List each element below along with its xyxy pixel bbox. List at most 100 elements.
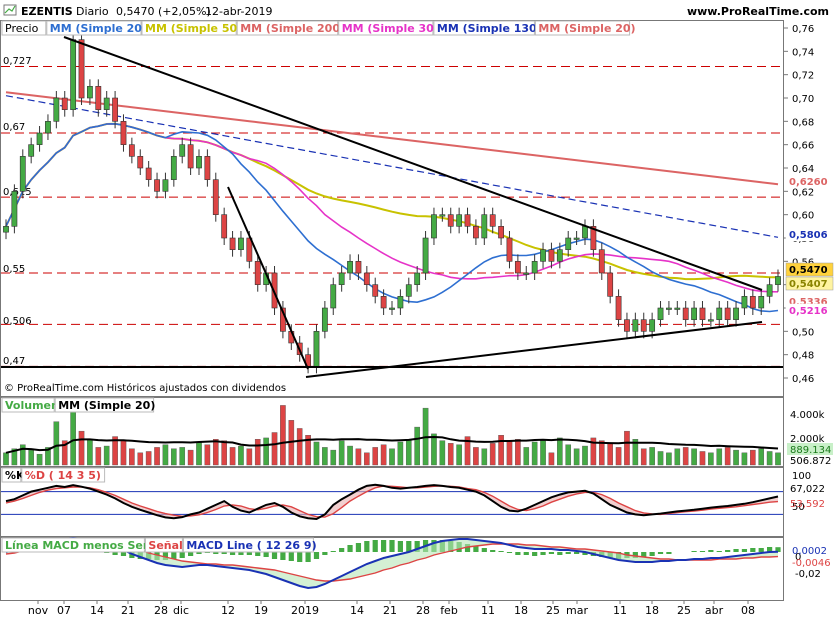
x-tick-label: 21 bbox=[383, 604, 397, 617]
x-tick-label: nov bbox=[28, 604, 49, 617]
volume-bar bbox=[666, 452, 672, 466]
macd-tags: 0,0002 -0,0046 bbox=[792, 546, 831, 569]
price-tag: 0,5407 bbox=[789, 279, 828, 290]
legend-label: %D ( 14 3 5) bbox=[25, 469, 101, 482]
volume-bar bbox=[741, 452, 748, 466]
x-tick-label: 25 bbox=[677, 604, 691, 617]
volume-bar bbox=[699, 451, 706, 466]
volume-bar bbox=[355, 448, 362, 466]
legend-label: MM (Simple 50) bbox=[145, 22, 242, 35]
price-tick-label: 0,64 bbox=[792, 164, 814, 175]
chart-stage: EZENTIS Diario 0,5470 (+2,05%) 12-abr-20… bbox=[0, 0, 835, 620]
legend-label: MM (Simple 20) bbox=[538, 22, 635, 35]
volume-bar bbox=[598, 440, 605, 466]
stoch-legend: %K %D ( 14 3 5) bbox=[1, 467, 106, 483]
volume-bar bbox=[708, 452, 714, 466]
volume-bar bbox=[313, 441, 320, 466]
volume-bar bbox=[724, 447, 731, 466]
legend-label: Señal bbox=[148, 539, 182, 552]
macd-histogram-bar bbox=[271, 552, 278, 559]
macd-histogram-bar bbox=[322, 552, 328, 555]
macd-histogram-bar bbox=[733, 549, 739, 552]
x-tick-label: 28 bbox=[154, 604, 168, 617]
macd-histogram-bar bbox=[540, 552, 546, 555]
volume-bar bbox=[682, 447, 689, 466]
macd-histogram-bar bbox=[725, 550, 731, 552]
volume-bar bbox=[540, 440, 546, 466]
volume-bar bbox=[36, 453, 43, 466]
macd-histogram-bar bbox=[574, 552, 580, 554]
price-tag: 0,5470 bbox=[789, 265, 828, 276]
macd-histogram-bar bbox=[490, 550, 496, 552]
macd-histogram-bar bbox=[188, 552, 194, 556]
macd-histogram-bar bbox=[179, 552, 185, 558]
level-label: 0,615 bbox=[3, 187, 32, 198]
volume-bar bbox=[95, 447, 102, 466]
macd-histogram-bar bbox=[523, 552, 529, 555]
copyright: © ProRealTime.com Históricos ajustados c… bbox=[4, 382, 286, 394]
volume-bar bbox=[456, 444, 462, 466]
volume-bar bbox=[439, 440, 446, 466]
volume-bar bbox=[523, 447, 530, 466]
macd-histogram-bar bbox=[498, 551, 504, 552]
volume-bar bbox=[364, 452, 370, 466]
site-url[interactable]: www.ProRealTime.com bbox=[687, 5, 829, 18]
volume-bar bbox=[238, 445, 244, 466]
macd-histogram-bar bbox=[699, 551, 706, 552]
volume-bar bbox=[414, 426, 420, 466]
macd-axis-label: -0,02 bbox=[795, 569, 821, 580]
volume-bar bbox=[3, 452, 9, 466]
volume-bar bbox=[187, 449, 194, 466]
volume-bar bbox=[271, 432, 278, 466]
candle[interactable] bbox=[11, 184, 18, 234]
volume-bar bbox=[389, 448, 395, 466]
volume-bar bbox=[498, 435, 504, 466]
level-label: 0,506 bbox=[3, 316, 32, 327]
x-tick-label: 12 bbox=[221, 604, 235, 617]
volume-bar bbox=[330, 449, 337, 466]
macd-histogram-bar bbox=[716, 551, 722, 552]
macd-histogram-bar bbox=[741, 549, 748, 552]
candle[interactable] bbox=[70, 32, 77, 117]
price-legend: Precio MM (Simple 20)MM (Simple 50)MM (Si… bbox=[1, 20, 636, 36]
macd-histogram-bar bbox=[364, 541, 370, 552]
volume-bar bbox=[103, 445, 110, 466]
x-tick-label: feb bbox=[440, 604, 458, 617]
volume-bar bbox=[154, 447, 160, 466]
macd-histogram-bar bbox=[666, 552, 672, 554]
macd-histogram-bar bbox=[255, 552, 261, 556]
candle[interactable] bbox=[422, 231, 429, 280]
x-tick-label: 18 bbox=[645, 604, 659, 617]
volume-bar bbox=[775, 452, 781, 466]
macd-histogram-bar bbox=[389, 540, 395, 552]
macd-histogram-bar bbox=[691, 551, 697, 552]
volume-bar bbox=[582, 445, 588, 466]
stoch-d-tag: 53,592 bbox=[790, 499, 825, 510]
candle[interactable] bbox=[19, 149, 26, 199]
level-label: 0,727 bbox=[3, 56, 32, 67]
macd-histogram-bar bbox=[263, 552, 269, 557]
macd-histogram-bar bbox=[120, 552, 127, 556]
price-tick-label: 0,62 bbox=[792, 187, 814, 198]
macd-histogram-bar bbox=[372, 540, 378, 552]
macd-histogram-bar bbox=[481, 548, 487, 552]
macd-histogram-bar bbox=[758, 548, 764, 552]
macd-histogram-bar bbox=[548, 552, 555, 554]
volume-bar bbox=[246, 448, 253, 466]
volume-bar bbox=[473, 447, 479, 466]
candle[interactable] bbox=[313, 324, 320, 374]
volume-bar bbox=[137, 452, 144, 466]
volume-bar bbox=[338, 440, 345, 466]
candle[interactable] bbox=[212, 172, 219, 222]
x-tick-label: 2019 bbox=[291, 604, 319, 617]
x-tick-label: 14 bbox=[90, 604, 104, 617]
price-tag: 0,5216 bbox=[789, 306, 828, 317]
legend-label: MM (Simple 130) bbox=[437, 22, 542, 35]
volume-bar bbox=[758, 448, 765, 466]
macd-histogram-bar bbox=[313, 552, 320, 559]
level-label: 0,67 bbox=[3, 122, 25, 133]
macd-histogram-bar bbox=[330, 551, 336, 552]
price-tag: 0,5806 bbox=[789, 230, 828, 241]
volume-bar bbox=[640, 448, 647, 466]
volume-tag: 889.134 bbox=[790, 445, 831, 456]
